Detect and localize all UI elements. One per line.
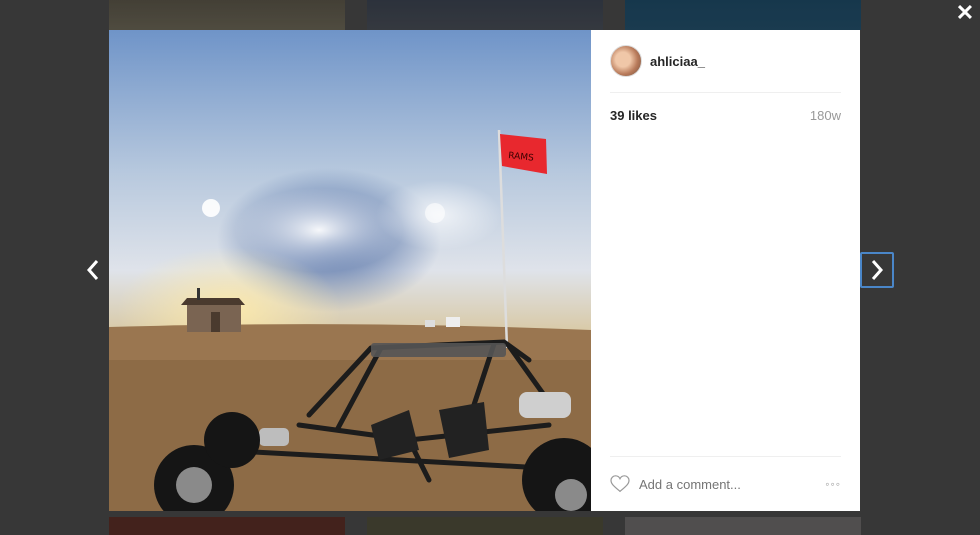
- chevron-left-icon: [86, 260, 99, 280]
- post-modal: RAMS ahliciaa_ 39 likes 180w Add a comme…: [109, 30, 860, 511]
- heart-icon[interactable]: [610, 475, 630, 493]
- likes-count[interactable]: 39 likes: [610, 108, 657, 123]
- close-button[interactable]: ✕: [954, 2, 976, 24]
- chevron-right-icon: [871, 260, 884, 280]
- dune-buggy-photo: RAMS: [109, 129, 591, 511]
- post-header: ahliciaa_: [610, 30, 841, 93]
- post-sidebar: ahliciaa_ 39 likes 180w ◦◦◦: [591, 30, 860, 511]
- avatar[interactable]: [610, 45, 642, 77]
- comment-input[interactable]: [639, 476, 826, 492]
- comment-bar: ◦◦◦: [610, 456, 841, 511]
- username-link[interactable]: ahliciaa_: [650, 54, 705, 69]
- post-age[interactable]: 180w: [810, 108, 841, 123]
- next-post-button[interactable]: [860, 252, 894, 288]
- previous-post-button[interactable]: [76, 252, 110, 288]
- more-options-icon[interactable]: ◦◦◦: [825, 477, 841, 491]
- post-stats: 39 likes 180w: [610, 108, 841, 123]
- close-icon: ✕: [955, 0, 975, 25]
- post-photo[interactable]: RAMS: [109, 30, 591, 511]
